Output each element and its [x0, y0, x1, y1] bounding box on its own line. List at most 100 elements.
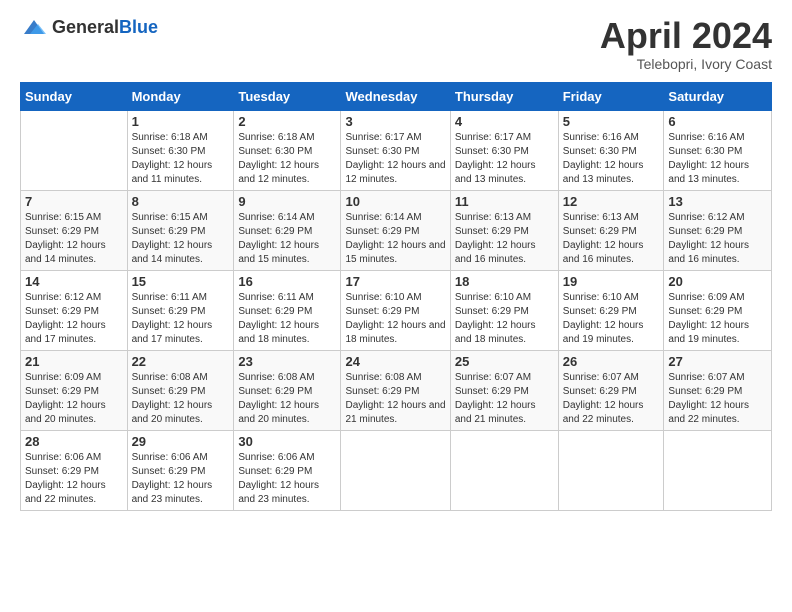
calendar-cell: 16Sunrise: 6:11 AMSunset: 6:29 PMDayligh… [234, 270, 341, 350]
calendar-cell: 4 Sunrise: 6:17 AMSunset: 6:30 PMDaylight… [450, 110, 558, 190]
calendar-table: SundayMondayTuesdayWednesdayThursdayFrid… [20, 82, 772, 511]
sunset-text: Sunset: 6:30 PM [668, 145, 767, 159]
day-info: Sunrise: 6:10 AMSunset: 6:29 PMDaylight:… [455, 291, 554, 347]
day-info: Sunrise: 6:07 AMSunset: 6:29 PMDaylight:… [668, 371, 767, 427]
day-number: 3 [345, 114, 445, 129]
daylight-text: Daylight: 12 hours and 23 minutes. [238, 479, 336, 507]
day-info: Sunrise: 6:14 AMSunset: 6:29 PMDaylight:… [238, 211, 336, 267]
daylight-text: Daylight: 12 hours and 23 minutes. [132, 479, 230, 507]
calendar-week-5: 28 Sunrise: 6:06 AMSunset: 6:29 PMDayligh… [21, 430, 772, 510]
sunrise-text: Sunrise: 6:13 AM [455, 211, 554, 225]
calendar-week-4: 21Sunrise: 6:09 AMSunset: 6:29 PMDayligh… [21, 350, 772, 430]
calendar-header: SundayMondayTuesdayWednesdayThursdayFrid… [21, 82, 772, 110]
sunrise-text: Sunrise: 6:16 AM [563, 131, 660, 145]
day-number: 19 [563, 274, 660, 289]
day-info: Sunrise: 6:07 AMSunset: 6:29 PMDaylight:… [455, 371, 554, 427]
daylight-text: Daylight: 12 hours and 13 minutes. [455, 159, 554, 187]
daylight-text: Daylight: 12 hours and 22 minutes. [25, 479, 123, 507]
day-number: 13 [668, 194, 767, 209]
sunset-text: Sunset: 6:29 PM [668, 305, 767, 319]
day-number: 23 [238, 354, 336, 369]
calendar-cell: 2Sunrise: 6:18 AMSunset: 6:30 PMDaylight… [234, 110, 341, 190]
day-info: Sunrise: 6:06 AMSunset: 6:29 PMDaylight:… [25, 451, 123, 507]
sunset-text: Sunset: 6:29 PM [238, 225, 336, 239]
sunrise-text: Sunrise: 6:12 AM [25, 291, 123, 305]
sunrise-text: Sunrise: 6:15 AM [132, 211, 230, 225]
header-day-thursday: Thursday [450, 82, 558, 110]
calendar-cell [21, 110, 128, 190]
sunset-text: Sunset: 6:29 PM [132, 225, 230, 239]
calendar-cell: 24 Sunrise: 6:08 AMSunset: 6:29 PMDayligh… [341, 350, 450, 430]
daylight-text: Daylight: 12 hours and 13 minutes. [668, 159, 767, 187]
calendar-cell: 10Sunrise: 6:14 AMSunset: 6:29 PMDayligh… [341, 190, 450, 270]
sunrise-text: Sunrise: 6:10 AM [345, 291, 445, 305]
sunrise-text: Sunrise: 6:08 AM [132, 371, 230, 385]
day-number: 26 [563, 354, 660, 369]
sunrise-text: Sunrise: 6:14 AM [345, 211, 445, 225]
day-info: Sunrise: 6:18 AMSunset: 6:30 PMDaylight:… [132, 131, 230, 187]
header-day-wednesday: Wednesday [341, 82, 450, 110]
day-info: Sunrise: 6:13 AMSunset: 6:29 PMDaylight:… [455, 211, 554, 267]
day-number: 24 [345, 354, 445, 369]
sunrise-text: Sunrise: 6:10 AM [563, 291, 660, 305]
day-info: Sunrise: 6:14 AMSunset: 6:29 PMDaylight:… [345, 211, 445, 267]
calendar-cell: 21Sunrise: 6:09 AMSunset: 6:29 PMDayligh… [21, 350, 128, 430]
daylight-text: Daylight: 12 hours and 16 minutes. [668, 239, 767, 267]
sunset-text: Sunset: 6:30 PM [345, 145, 445, 159]
daylight-text: Daylight: 12 hours and 11 minutes. [132, 159, 230, 187]
sunrise-text: Sunrise: 6:09 AM [25, 371, 123, 385]
sunrise-text: Sunrise: 6:16 AM [668, 131, 767, 145]
page-header: GeneralBlue April 2024 Telebopri, Ivory … [20, 16, 772, 72]
sunset-text: Sunset: 6:29 PM [25, 385, 123, 399]
sunrise-text: Sunrise: 6:17 AM [345, 131, 445, 145]
calendar-cell: 6 Sunrise: 6:16 AMSunset: 6:30 PMDaylight… [664, 110, 772, 190]
calendar-cell: 3 Sunrise: 6:17 AMSunset: 6:30 PMDaylight… [341, 110, 450, 190]
day-info: Sunrise: 6:08 AMSunset: 6:29 PMDaylight:… [132, 371, 230, 427]
daylight-text: Daylight: 12 hours and 22 minutes. [563, 399, 660, 427]
sunset-text: Sunset: 6:29 PM [132, 305, 230, 319]
header-day-monday: Monday [127, 82, 234, 110]
day-info: Sunrise: 6:06 AMSunset: 6:29 PMDaylight:… [238, 451, 336, 507]
day-info: Sunrise: 6:16 AMSunset: 6:30 PMDaylight:… [563, 131, 660, 187]
sunrise-text: Sunrise: 6:17 AM [455, 131, 554, 145]
sunset-text: Sunset: 6:29 PM [455, 305, 554, 319]
calendar-week-3: 14Sunrise: 6:12 AMSunset: 6:29 PMDayligh… [21, 270, 772, 350]
logo-blue-text: Blue [119, 17, 158, 37]
daylight-text: Daylight: 12 hours and 21 minutes. [345, 399, 445, 427]
day-info: Sunrise: 6:11 AMSunset: 6:29 PMDaylight:… [238, 291, 336, 347]
daylight-text: Daylight: 12 hours and 14 minutes. [25, 239, 123, 267]
calendar-cell: 18 Sunrise: 6:10 AMSunset: 6:29 PMDayligh… [450, 270, 558, 350]
day-number: 28 [25, 434, 123, 449]
sunrise-text: Sunrise: 6:07 AM [455, 371, 554, 385]
sunrise-text: Sunrise: 6:06 AM [238, 451, 336, 465]
sunrise-text: Sunrise: 6:08 AM [238, 371, 336, 385]
calendar-cell: 29Sunrise: 6:06 AMSunset: 6:29 PMDayligh… [127, 430, 234, 510]
day-info: Sunrise: 6:17 AMSunset: 6:30 PMDaylight:… [455, 131, 554, 187]
day-number: 4 [455, 114, 554, 129]
sunset-text: Sunset: 6:29 PM [455, 385, 554, 399]
calendar-cell: 27Sunrise: 6:07 AMSunset: 6:29 PMDayligh… [664, 350, 772, 430]
day-number: 6 [668, 114, 767, 129]
daylight-text: Daylight: 12 hours and 12 minutes. [345, 159, 445, 187]
sunset-text: Sunset: 6:29 PM [345, 225, 445, 239]
day-number: 14 [25, 274, 123, 289]
day-number: 7 [25, 194, 123, 209]
day-info: Sunrise: 6:15 AMSunset: 6:29 PMDaylight:… [25, 211, 123, 267]
day-number: 30 [238, 434, 336, 449]
sunrise-text: Sunrise: 6:07 AM [563, 371, 660, 385]
day-info: Sunrise: 6:08 AMSunset: 6:29 PMDaylight:… [345, 371, 445, 427]
sunrise-text: Sunrise: 6:13 AM [563, 211, 660, 225]
sunset-text: Sunset: 6:29 PM [238, 305, 336, 319]
day-number: 18 [455, 274, 554, 289]
day-number: 11 [455, 194, 554, 209]
daylight-text: Daylight: 12 hours and 14 minutes. [132, 239, 230, 267]
day-info: Sunrise: 6:17 AMSunset: 6:30 PMDaylight:… [345, 131, 445, 187]
daylight-text: Daylight: 12 hours and 20 minutes. [132, 399, 230, 427]
day-number: 15 [132, 274, 230, 289]
calendar-cell: 15Sunrise: 6:11 AMSunset: 6:29 PMDayligh… [127, 270, 234, 350]
daylight-text: Daylight: 12 hours and 20 minutes. [25, 399, 123, 427]
day-info: Sunrise: 6:16 AMSunset: 6:30 PMDaylight:… [668, 131, 767, 187]
sunrise-text: Sunrise: 6:07 AM [668, 371, 767, 385]
day-number: 8 [132, 194, 230, 209]
calendar-cell [558, 430, 664, 510]
